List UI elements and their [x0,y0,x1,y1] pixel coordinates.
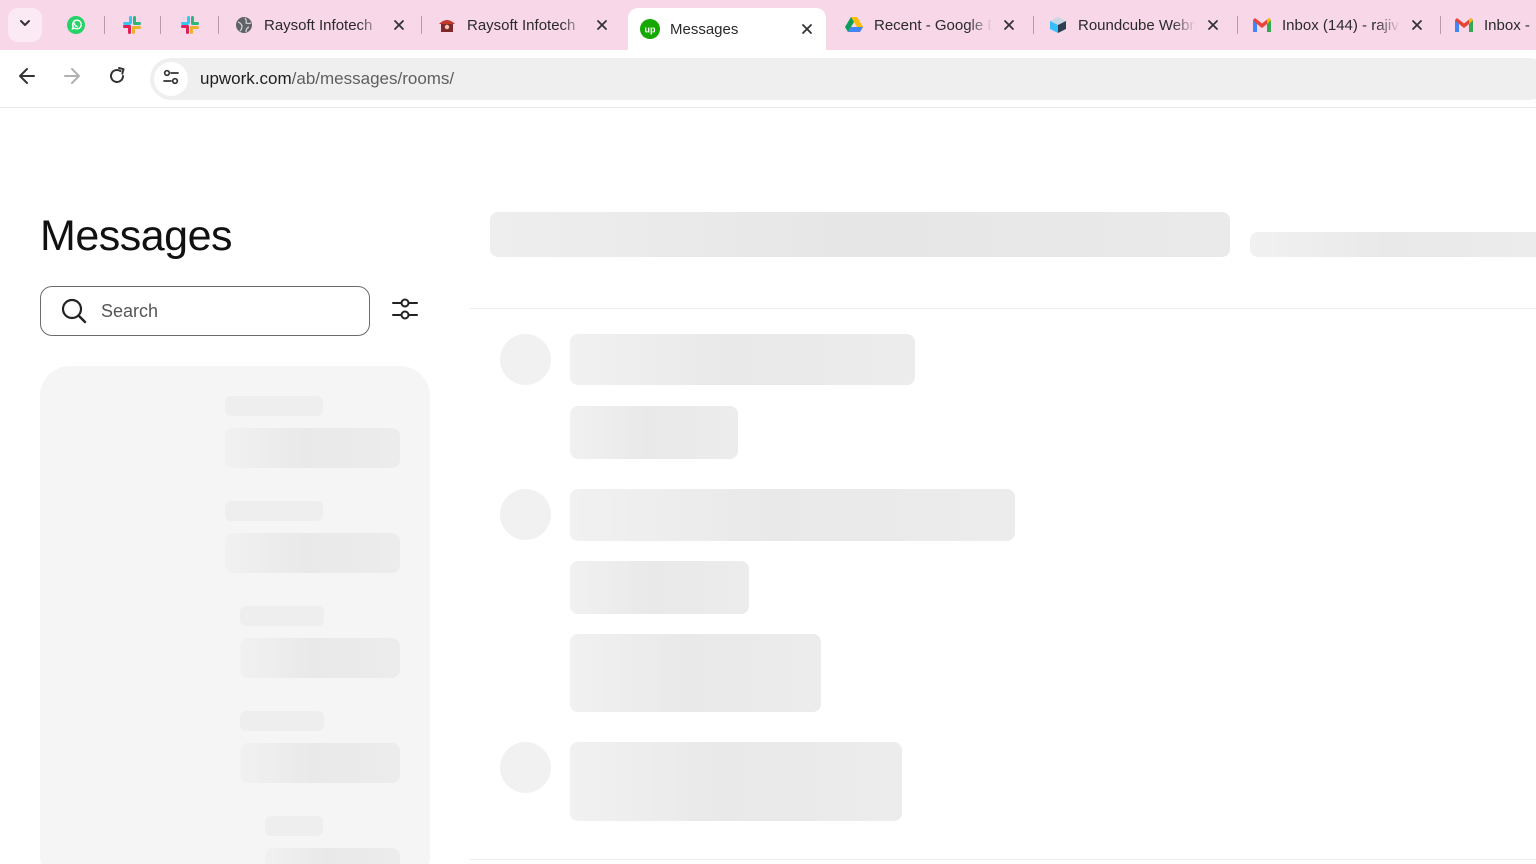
close-tab-icon[interactable] [591,14,613,36]
message-skeleton [570,334,915,385]
tab-raysoft-2[interactable]: Raysoft Infotech [425,8,621,42]
arrow-left-icon [17,66,37,91]
avatar-skeleton [500,742,551,793]
close-tab-icon[interactable] [998,14,1020,36]
message-skeleton [570,634,821,712]
tab-gmail-2[interactable]: Inbox - [1442,8,1536,42]
messages-page: Messages [0,109,1536,864]
tab-title: Raysoft Infotech [264,16,373,34]
search-icon [59,296,89,326]
skeleton-block [225,533,400,573]
tab-title: Inbox - [1484,16,1530,34]
tab-title: Messages [670,20,739,38]
tab-pinned-whatsapp[interactable] [54,8,98,42]
raysoft-logo-icon [437,15,457,35]
search-input[interactable] [101,300,341,322]
reload-icon [107,66,127,91]
arrow-right-icon [62,66,82,91]
skeleton-line [240,711,324,731]
skeleton-block [265,848,400,864]
skeleton-line [225,501,323,521]
skeleton-line [225,396,323,416]
url-path: /ab/messages/rooms/ [291,69,455,88]
avatar-skeleton [500,489,551,540]
tab-messages-active[interactable]: up Messages [628,8,826,50]
tab-pinned-slack-2[interactable] [168,8,212,42]
message-skeleton [570,406,738,459]
message-skeleton [570,742,902,821]
chevron-down-icon [18,16,32,35]
skeleton-line [265,816,323,836]
browser-tab-strip: Raysoft Infotech Raysoft Infotech up Mes… [0,0,1536,50]
filter-sliders-icon [391,295,419,328]
close-tab-icon[interactable] [1406,14,1428,36]
conversation-list-skeleton [40,366,430,864]
skeleton-block [225,428,400,468]
url-text: upwork.com/ab/messages/rooms/ [200,69,454,89]
globe-icon [234,15,254,35]
tab-raysoft-1[interactable]: Raysoft Infotech [222,8,418,42]
svg-text:up: up [645,25,656,35]
skeleton-block [240,743,400,783]
reload-button[interactable] [100,61,134,95]
page-title: Messages [40,212,232,260]
tab-search-button[interactable] [8,8,42,42]
tab-pinned-slack-1[interactable] [110,8,154,42]
message-skeleton [570,489,1015,541]
tab-title: Inbox (144) - rajiv [1282,16,1399,34]
forward-button[interactable] [55,61,89,95]
search-field[interactable] [40,286,370,336]
gmail-icon [1252,15,1272,35]
room-header-divider [470,308,1536,309]
composer-divider [470,859,1536,860]
gmail-icon [1454,15,1474,35]
site-info-button[interactable] [154,62,188,96]
whatsapp-icon [66,15,86,35]
tab-google-drive[interactable]: Recent - Google Drive [832,8,1028,42]
skeleton-line [240,606,324,626]
room-header-skeleton [490,212,1230,257]
tab-title: Recent - Google Drive [874,16,992,34]
slack-icon [180,15,200,35]
tune-icon [162,68,180,91]
skeleton-block [240,638,400,678]
tab-title: Roundcube Webmail [1078,16,1196,34]
tab-title: Raysoft Infotech [467,16,576,34]
avatar-skeleton [500,334,551,385]
tab-roundcube[interactable]: Roundcube Webmail [1036,8,1232,42]
roundcube-icon [1048,15,1068,35]
back-button[interactable] [10,61,44,95]
url-domain: upwork.com [200,69,292,88]
room-actions-skeleton [1250,232,1536,257]
browser-toolbar: upwork.com/ab/messages/rooms/ [0,50,1536,108]
slack-icon [122,15,142,35]
address-bar[interactable]: upwork.com/ab/messages/rooms/ [150,58,1536,100]
google-drive-icon [844,15,864,35]
tab-gmail-1[interactable]: Inbox (144) - rajiv [1240,8,1436,42]
close-tab-icon[interactable] [796,18,818,40]
close-tab-icon[interactable] [1202,14,1224,36]
close-tab-icon[interactable] [388,14,410,36]
filter-button[interactable] [388,294,422,328]
message-skeleton [570,561,749,614]
upwork-icon: up [640,19,660,39]
